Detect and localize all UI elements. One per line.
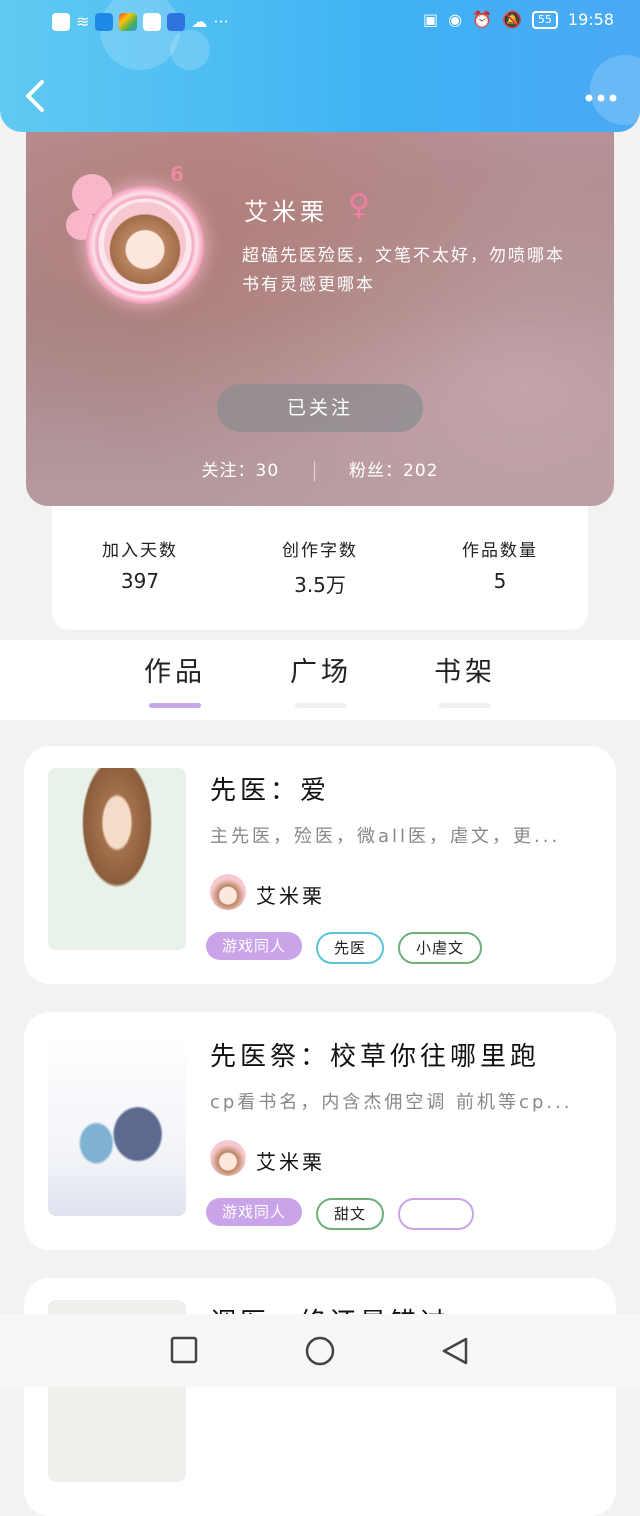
stats-card: 加入天数 397 创作字数 3.5万 作品数量 5: [52, 506, 588, 630]
clock: 19:58: [567, 10, 614, 29]
more-button[interactable]: [584, 84, 618, 104]
book-cover[interactable]: [48, 768, 186, 950]
bulb-icon: [143, 12, 162, 31]
work-description: 主先医，殓医，微all医，虐文，更...: [210, 826, 561, 847]
stat-label: 加入天数: [102, 541, 178, 561]
follow-button[interactable]: 已关注: [217, 384, 423, 432]
decor-bubble: [100, 0, 180, 70]
square-icon: [170, 1336, 198, 1364]
level-badge: 6: [170, 162, 184, 186]
circle-icon: [305, 1336, 335, 1366]
tag[interactable]: 先医: [316, 932, 385, 964]
stat-value: 397: [120, 569, 160, 593]
tab-label: 作品: [144, 657, 206, 688]
home-button[interactable]: [304, 1336, 336, 1370]
work-icon: ▣: [422, 10, 439, 29]
chevron-left-icon: [26, 80, 44, 112]
stat-value: 5: [493, 569, 507, 593]
recents-button[interactable]: [170, 1336, 198, 1368]
tag[interactable]: [398, 1198, 475, 1230]
stat-join-days: 加入天数 397: [70, 536, 210, 593]
divider: [313, 461, 315, 481]
eye-icon: ◉: [448, 10, 463, 29]
more-dots-icon: [585, 94, 617, 102]
triangle-back-icon: [442, 1337, 468, 1365]
cloud-app-icon: [167, 12, 186, 31]
tab-bookshelf[interactable]: 书架: [425, 650, 505, 708]
work-card[interactable]: 先医：爱 主先医，殓医，微all医，虐文，更... 艾米栗 游戏同人 先医 小虐…: [24, 746, 616, 984]
tag-list: 游戏同人 甜文: [206, 1198, 475, 1230]
tab-works[interactable]: 作品: [135, 650, 215, 708]
app-icon: [119, 12, 138, 31]
avatar[interactable]: [66, 170, 216, 320]
stat-label: 作品数量: [462, 541, 538, 561]
back-button[interactable]: [22, 78, 52, 114]
fans-count[interactable]: 粉丝：202: [349, 461, 438, 481]
mute-icon: 🔕: [501, 10, 522, 29]
alarm-icon: ⏰: [472, 10, 492, 29]
follow-counts: 关注：30 粉丝：202: [26, 456, 614, 481]
top-bar: ≋ ☁ ··· ▣ ◉ ⏰ 🔕 55 19:58: [0, 0, 640, 132]
tab-bar: 作品 广场 书架: [0, 640, 640, 720]
stat-works-count: 作品数量 5: [430, 536, 570, 593]
tag[interactable]: 甜文: [316, 1198, 385, 1230]
author-name[interactable]: 艾米栗: [256, 1146, 325, 1175]
alert-icon: [52, 12, 70, 31]
system-nav-bar: [0, 1314, 640, 1387]
decor-bubble: [170, 30, 210, 70]
tab-label: 广场: [290, 657, 352, 688]
tab-indicator: [295, 703, 347, 708]
author-avatar[interactable]: [210, 874, 246, 910]
tab-indicator: [439, 703, 491, 708]
cloud-icon: ☁: [191, 12, 208, 31]
back-nav-button[interactable]: [440, 1336, 470, 1370]
tag-list: 游戏同人 先医 小虐文: [206, 932, 483, 964]
tag[interactable]: 游戏同人: [206, 1198, 303, 1226]
book-cover[interactable]: [48, 1034, 186, 1216]
work-description: cp看书名，内含杰佣空调 前机等cp...: [210, 1092, 573, 1113]
tab-indicator: [149, 703, 201, 708]
female-icon: ♀: [348, 188, 370, 223]
tab-label: 书架: [434, 657, 496, 688]
stat-value: 3.5万: [294, 573, 346, 597]
battery-icon: 55: [531, 10, 558, 29]
user-name: 艾米栗: [244, 198, 328, 226]
author-name[interactable]: 艾米栗: [256, 880, 325, 909]
work-card[interactable]: 先医祭：校草你往哪里跑 cp看书名，内含杰佣空调 前机等cp... 艾米栗 游戏…: [24, 1012, 616, 1250]
status-icons-right: ▣ ◉ ⏰ 🔕 55 19:58: [423, 10, 614, 29]
wifi-icon: ≋: [76, 12, 90, 31]
status-icons-left: ≋ ☁ ···: [52, 12, 229, 31]
search-app-icon: [95, 12, 114, 31]
stat-label: 创作字数: [282, 541, 358, 561]
tag[interactable]: 游戏同人: [206, 932, 303, 960]
author-avatar[interactable]: [210, 1140, 246, 1176]
following-count[interactable]: 关注：30: [202, 461, 280, 481]
tab-square[interactable]: 广场: [281, 650, 361, 708]
user-bio: 超磕先医殓医，文笔不太好，勿喷哪本书有灵感更哪本: [242, 246, 565, 295]
work-title[interactable]: 先医：爱: [210, 770, 330, 807]
work-title[interactable]: 先医祭：校草你往哪里跑: [210, 1036, 540, 1073]
tag[interactable]: 小虐文: [398, 932, 483, 964]
more-status-icon: ···: [213, 12, 229, 31]
stat-word-count: 创作字数 3.5万: [250, 536, 390, 598]
avatar-image: [104, 202, 186, 284]
profile-header: 6 艾米栗 ♀ 超磕先医殓医，文笔不太好，勿喷哪本书有灵感更哪本 已关注 关注：…: [26, 110, 614, 506]
